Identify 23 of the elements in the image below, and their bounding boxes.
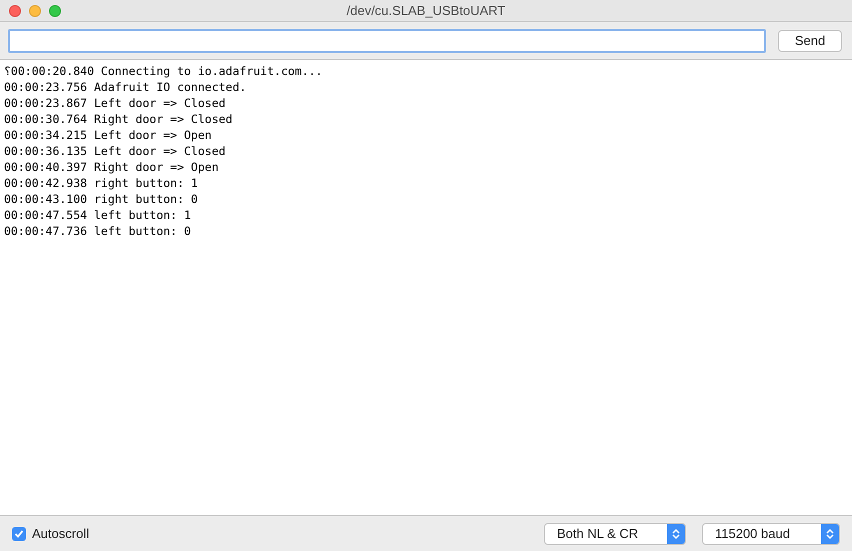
stepper-icon [667, 524, 685, 544]
input-field[interactable] [8, 28, 766, 52]
minimize-icon[interactable] [29, 5, 41, 17]
autoscroll-checkbox[interactable] [12, 526, 26, 540]
baud-rate-dropdown[interactable]: 115200 baud [702, 522, 840, 544]
zoom-icon[interactable] [49, 5, 61, 17]
window-title: /dev/cu.SLAB_USBtoUART [346, 2, 506, 20]
log-line: 00:00:30.764 Right door => Closed [4, 111, 232, 127]
log-line: 00:00:34.215 Left door => Open [4, 127, 212, 143]
log-line: ⸮00:00:20.840 Connecting to io.adafruit.com... [4, 63, 322, 79]
log-line: 00:00:23.867 Left door => Closed [4, 95, 226, 111]
stepper-icon [821, 524, 839, 544]
log-line: 00:00:43.100 right button: 0 [4, 191, 198, 207]
log-line: 00:00:23.756 Adafruit IO connected. [4, 79, 246, 95]
close-icon[interactable] [9, 5, 21, 17]
line-ending-dropdown[interactable]: Both NL & CR [544, 522, 686, 544]
log-line: 00:00:42.938 right button: 1 [4, 175, 198, 191]
log-line: 00:00:36.135 Left door => Closed [4, 143, 226, 159]
autoscroll-label: Autoscroll [32, 524, 90, 543]
log-line: 00:00:40.397 Right door => Open [4, 159, 219, 175]
send-button[interactable]: Send [778, 30, 842, 52]
log-line: 00:00:47.736 left button: 0 [4, 223, 191, 239]
log-line: 00:00:47.554 left button: 1 [4, 207, 191, 223]
